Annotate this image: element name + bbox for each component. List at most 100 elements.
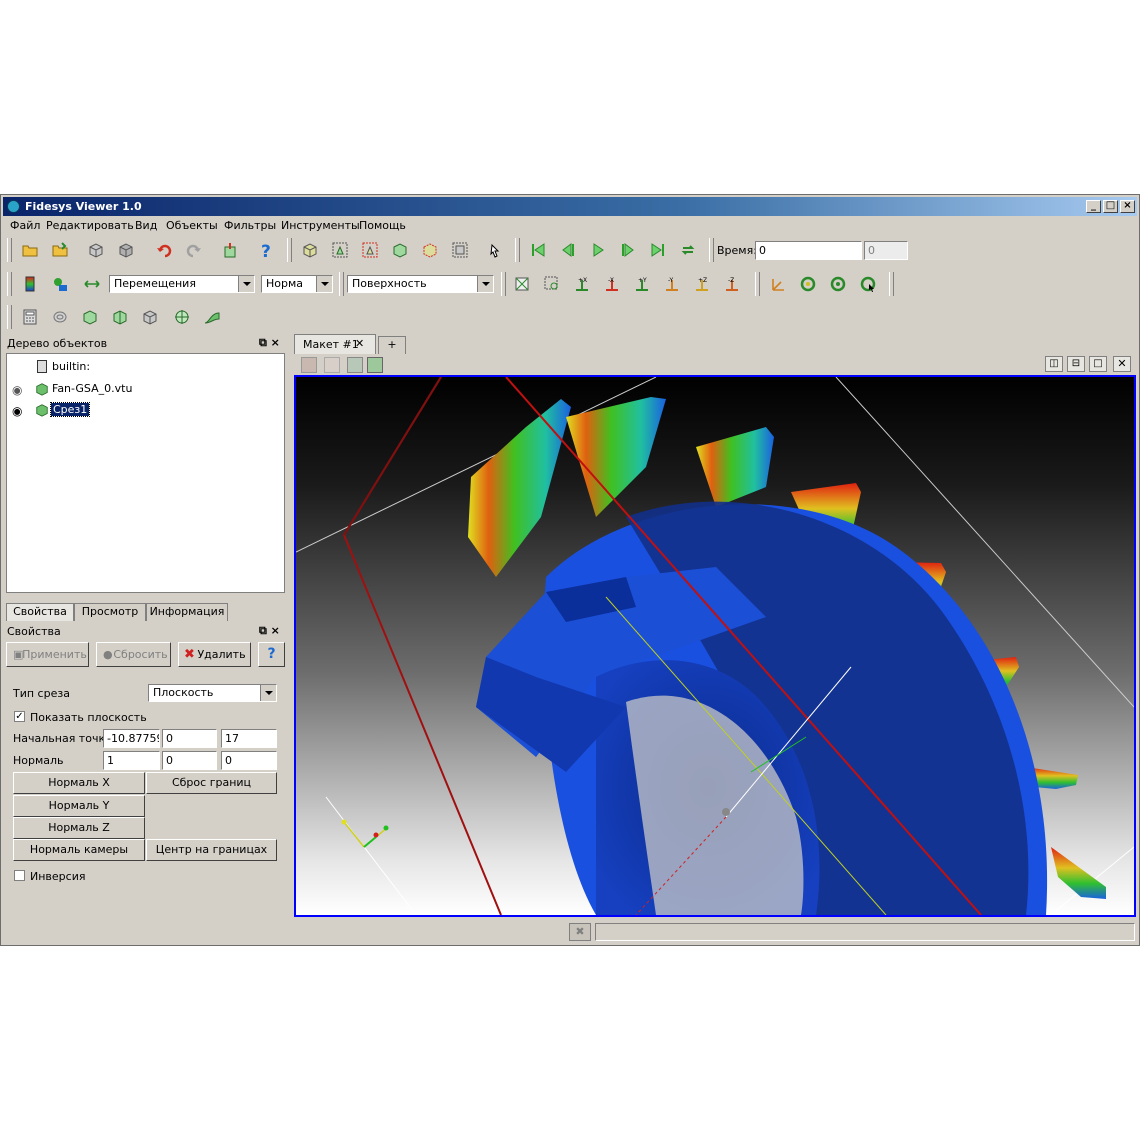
representation-select[interactable]: Поверхность	[347, 275, 494, 293]
threshold-icon[interactable]	[139, 307, 161, 327]
slice-type-select[interactable]: Плоскость	[148, 684, 277, 702]
tab-layout-1[interactable]: Макет #1 ✕	[294, 334, 376, 354]
menu-file[interactable]: Файл	[10, 219, 40, 232]
stream-icon[interactable]	[201, 307, 223, 327]
normal-x-button[interactable]: Нормаль X	[13, 772, 145, 794]
normal-y-button[interactable]: Нормаль Y	[13, 795, 145, 817]
reset-camera-icon[interactable]	[511, 274, 533, 294]
center-axes-icon[interactable]	[767, 274, 789, 294]
center-on-bounds-button[interactable]: Центр на границах	[146, 839, 277, 861]
menu-view[interactable]: Вид	[135, 219, 157, 232]
menu-filters[interactable]: Фильтры	[224, 219, 276, 232]
normal-z-field[interactable]: 0	[221, 751, 277, 770]
prev-frame-icon[interactable]	[557, 240, 579, 260]
select-cells-icon[interactable]	[359, 240, 381, 260]
slice-icon[interactable]	[109, 307, 131, 327]
connect-icon[interactable]	[219, 240, 241, 260]
tree-item-builtin[interactable]: builtin:	[52, 360, 90, 373]
close-tab-icon[interactable]: ✕	[355, 337, 364, 350]
show-plane-checkbox[interactable]: ✓	[14, 711, 25, 722]
tab-properties[interactable]: Свойства	[6, 603, 74, 621]
maximize-button[interactable]: □	[1103, 200, 1118, 213]
calculator-icon[interactable]	[19, 307, 41, 327]
screenshot-icon[interactable]	[347, 357, 363, 373]
rotate-alt-icon[interactable]	[827, 274, 849, 294]
eye-icon[interactable]: ◉	[12, 383, 22, 397]
clip-icon[interactable]	[79, 307, 101, 327]
close-button[interactable]: ×	[1120, 200, 1135, 213]
view-minus-z-icon[interactable]: -Z	[721, 274, 743, 294]
capture-selection-icon[interactable]	[324, 357, 340, 373]
select-frustum-icon[interactable]	[389, 240, 411, 260]
split-vertical-icon[interactable]: ⊟	[1067, 356, 1085, 372]
normal-x-field[interactable]: 1	[103, 751, 160, 770]
menu-tools[interactable]: Инструменты	[281, 219, 360, 232]
select-points-frustum-icon[interactable]	[419, 240, 441, 260]
origin-y-field[interactable]: 0	[162, 729, 217, 748]
save-data-icon[interactable]	[115, 240, 137, 260]
view-plus-z-icon[interactable]: +Z	[691, 274, 713, 294]
last-frame-icon[interactable]	[647, 240, 669, 260]
component-select[interactable]: Норма	[261, 275, 333, 293]
view-plus-y-icon[interactable]: +Y	[631, 274, 653, 294]
object-tree[interactable]: builtin: ◉ Fan-GSA_0.vtu ◉ Срез1	[6, 353, 285, 593]
apply-button[interactable]: ▣ Применить	[6, 642, 89, 667]
time-field[interactable]: 0	[755, 241, 862, 260]
load-state-icon[interactable]	[49, 240, 71, 260]
reset-bounds-button[interactable]: Сброс границ	[146, 772, 277, 794]
add-tab-button[interactable]: +	[378, 336, 406, 354]
view-minus-x-icon[interactable]: -X	[601, 274, 623, 294]
menu-help[interactable]: Помощь	[359, 219, 406, 232]
normal-y-field[interactable]: 0	[162, 751, 217, 770]
select-points-icon[interactable]	[329, 240, 351, 260]
camera-normal-button[interactable]: Нормаль камеры	[13, 839, 145, 861]
origin-z-field[interactable]: 17	[221, 729, 277, 748]
close-view-icon[interactable]: ✕	[1113, 356, 1131, 372]
glyph-icon[interactable]	[171, 307, 193, 327]
object-tree-dock-buttons[interactable]: ⧉ ×	[259, 336, 280, 350]
origin-x-field[interactable]: -10.877593	[103, 729, 160, 748]
redo-icon[interactable]	[183, 240, 205, 260]
copy-view-icon[interactable]	[367, 357, 383, 373]
eye-icon[interactable]: ◉	[12, 404, 22, 418]
reset-camera-icon[interactable]	[299, 240, 321, 260]
view-plus-x-icon[interactable]: +X	[571, 274, 593, 294]
properties-dock-buttons[interactable]: ⧉ ×	[259, 624, 280, 638]
tree-item-fan[interactable]: Fan-GSA_0.vtu	[52, 382, 132, 395]
maximize-view-icon[interactable]: □	[1089, 356, 1107, 372]
capture-icon[interactable]	[301, 357, 317, 373]
color-legend-icon[interactable]	[19, 274, 41, 294]
save-state-icon[interactable]	[85, 240, 107, 260]
zoom-box-icon[interactable]	[541, 274, 563, 294]
undo-icon[interactable]	[153, 240, 175, 260]
select-block-icon[interactable]	[449, 240, 471, 260]
delete-button[interactable]: ✖ Удалить	[178, 642, 251, 667]
first-frame-icon[interactable]	[527, 240, 549, 260]
menu-objects[interactable]: Объекты	[166, 219, 218, 232]
tab-view[interactable]: Просмотр	[74, 603, 146, 621]
abort-icon[interactable]: ✖	[569, 923, 591, 941]
play-icon[interactable]	[587, 240, 609, 260]
loop-icon[interactable]	[677, 240, 699, 260]
menu-edit[interactable]: Редактировать	[46, 219, 134, 232]
pick-center-icon[interactable]	[857, 274, 879, 294]
rotate-icon[interactable]	[797, 274, 819, 294]
view-minus-y-icon[interactable]: -Y	[661, 274, 683, 294]
minimize-button[interactable]: _	[1086, 200, 1101, 213]
help-icon[interactable]: ?	[255, 240, 277, 260]
reset-button[interactable]: ● Сбросить	[96, 642, 171, 667]
rescale-range-icon[interactable]	[81, 274, 103, 294]
tab-information[interactable]: Информация	[146, 603, 228, 621]
render-view[interactable]	[294, 375, 1136, 917]
color-map-icon[interactable]	[49, 274, 71, 294]
open-icon[interactable]	[19, 240, 41, 260]
normal-z-button[interactable]: Нормаль Z	[13, 817, 145, 839]
contour-icon[interactable]	[49, 307, 71, 327]
next-frame-icon[interactable]	[617, 240, 639, 260]
help-button[interactable]: ?	[258, 642, 285, 667]
pick-icon[interactable]	[483, 240, 505, 260]
time-step-spinbox[interactable]: 0	[864, 241, 908, 260]
split-horizontal-icon[interactable]: ◫	[1045, 356, 1063, 372]
tree-item-slice[interactable]: Срез1	[49, 402, 91, 417]
variable-select[interactable]: Перемещения	[109, 275, 255, 293]
